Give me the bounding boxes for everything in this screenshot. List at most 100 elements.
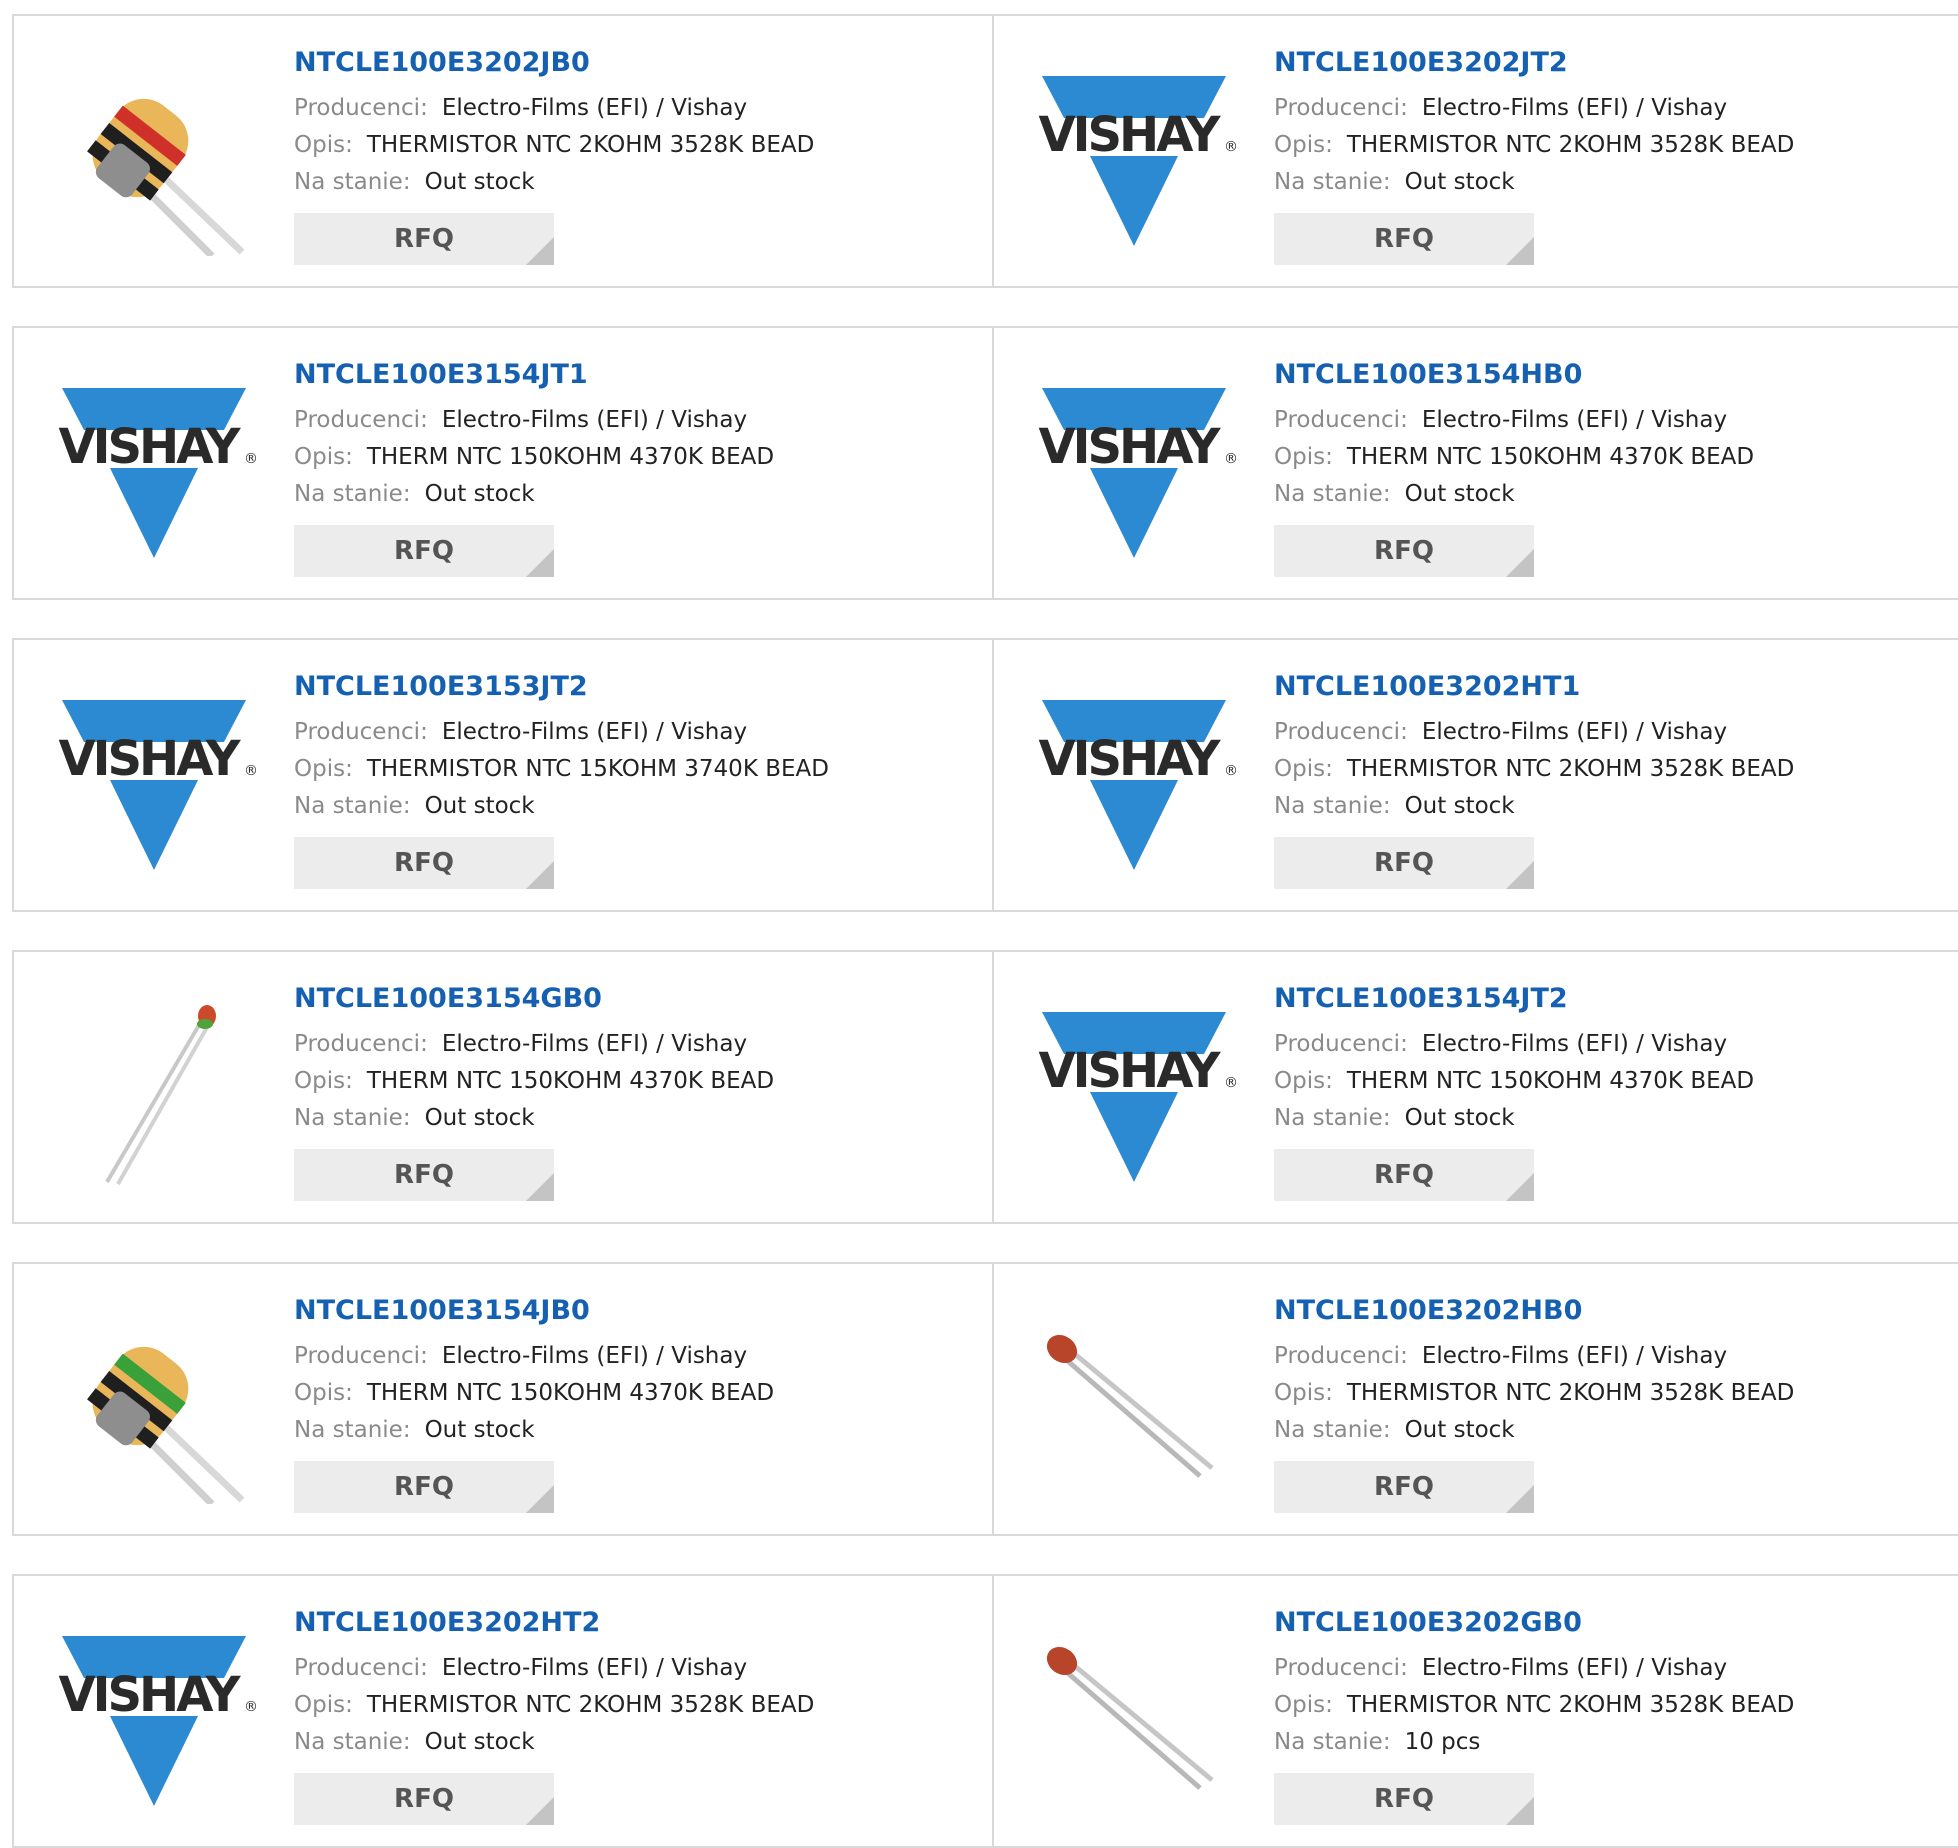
thermistor-leaded-icon (1046, 1334, 1214, 1478)
product-image[interactable]: VISHAY ® (52, 680, 256, 880)
vishay-logo-icon: VISHAY ® (1038, 1012, 1236, 1182)
description-value: THERMISTOR NTC 2KOHM 3528K BEAD (1346, 1380, 1795, 1406)
corner-decoration (526, 1173, 554, 1201)
manufacturer-label: Producenci: (294, 407, 428, 433)
manufacturer-value: Electro-Films (EFI) / Vishay (1421, 1343, 1728, 1369)
svg-text:VISHAY: VISHAY (58, 1667, 241, 1723)
rfq-button[interactable]: RFQ (294, 1461, 554, 1513)
stock-label: Na stanie: (1274, 793, 1391, 819)
rfq-button[interactable]: RFQ (294, 1773, 554, 1825)
manufacturer-line: Producenci: Electro-Films (EFI) / Vishay (1274, 714, 1958, 751)
corner-decoration (1506, 1173, 1534, 1201)
description-label: Opis: (1274, 1692, 1333, 1718)
product-card: NTCLE100E3202GB0 Producenci: Electro-Film… (992, 1576, 1958, 1846)
rfq-button[interactable]: RFQ (1274, 1149, 1534, 1201)
part-number-link[interactable]: NTCLE100E3202JT2 (1274, 46, 1958, 80)
product-image[interactable] (1032, 1304, 1236, 1504)
description-label: Opis: (294, 1692, 353, 1718)
part-number-link[interactable]: NTCLE100E3202JB0 (294, 46, 992, 80)
corner-decoration (526, 1797, 554, 1825)
part-number-link[interactable]: NTCLE100E3202HT2 (294, 1606, 992, 1640)
part-number-link[interactable]: NTCLE100E3154JB0 (294, 1294, 992, 1328)
stock-label: Na stanie: (1274, 169, 1391, 195)
manufacturer-line: Producenci: Electro-Films (EFI) / Vishay (294, 402, 992, 439)
manufacturer-label: Producenci: (294, 719, 428, 745)
part-number-link[interactable]: NTCLE100E3154HB0 (1274, 358, 1958, 392)
vishay-logo-icon: VISHAY ® (58, 388, 256, 558)
product-image[interactable] (52, 1304, 256, 1504)
product-card: VISHAY ® NTCLE100E3202JT2 Producenci: Ele… (992, 16, 1958, 286)
description-line: Opis: THERMISTOR NTC 2KOHM 3528K BEAD (294, 127, 992, 164)
svg-text:VISHAY: VISHAY (58, 731, 241, 787)
manufacturer-label: Producenci: (294, 95, 428, 121)
corner-decoration (526, 1485, 554, 1513)
stock-value: 10 pcs (1404, 1729, 1481, 1755)
rfq-button[interactable]: RFQ (1274, 1773, 1534, 1825)
svg-text:VISHAY: VISHAY (1038, 419, 1221, 475)
rfq-button[interactable]: RFQ (1274, 525, 1534, 577)
product-image[interactable] (52, 992, 256, 1192)
manufacturer-label: Producenci: (1274, 1343, 1408, 1369)
description-line: Opis: THERM NTC 150KOHM 4370K BEAD (294, 439, 992, 476)
part-number-link[interactable]: NTCLE100E3154JT2 (1274, 982, 1958, 1016)
corner-decoration (1506, 237, 1534, 265)
description-value: THERMISTOR NTC 2KOHM 3528K BEAD (1346, 756, 1795, 782)
product-card: NTCLE100E3154GB0 Producenci: Electro-Film… (14, 952, 992, 1222)
product-image[interactable]: VISHAY ® (52, 1616, 256, 1816)
corner-decoration (526, 237, 554, 265)
manufacturer-value: Electro-Films (EFI) / Vishay (1421, 719, 1728, 745)
rfq-label: RFQ (394, 1784, 454, 1814)
product-image[interactable]: VISHAY ® (1032, 56, 1236, 256)
description-value: THERM NTC 150KOHM 4370K BEAD (366, 1380, 775, 1406)
rfq-button[interactable]: RFQ (294, 525, 554, 577)
svg-text:®: ® (1224, 451, 1236, 467)
description-value: THERM NTC 150KOHM 4370K BEAD (366, 1068, 775, 1094)
product-card: NTCLE100E3202JB0 Producenci: Electro-Film… (14, 16, 992, 286)
part-number-link[interactable]: NTCLE100E3202HT1 (1274, 670, 1958, 704)
manufacturer-value: Electro-Films (EFI) / Vishay (441, 1655, 748, 1681)
manufacturer-value: Electro-Films (EFI) / Vishay (441, 407, 748, 433)
product-image[interactable]: VISHAY ® (1032, 992, 1236, 1192)
corner-decoration (526, 861, 554, 889)
manufacturer-value: Electro-Films (EFI) / Vishay (441, 719, 748, 745)
product-card: VISHAY ® NTCLE100E3154JT1 Producenci: Ele… (14, 328, 992, 598)
svg-text:®: ® (244, 763, 256, 779)
rfq-button[interactable]: RFQ (294, 1149, 554, 1201)
stock-value: Out stock (424, 1417, 535, 1443)
stock-value: Out stock (1404, 793, 1515, 819)
manufacturer-line: Producenci: Electro-Films (EFI) / Vishay (294, 714, 992, 751)
product-row: NTCLE100E3154GB0 Producenci: Electro-Film… (12, 950, 1958, 1224)
rfq-button[interactable]: RFQ (294, 213, 554, 265)
svg-text:®: ® (1224, 1075, 1236, 1091)
manufacturer-line: Producenci: Electro-Films (EFI) / Vishay (1274, 402, 1958, 439)
rfq-button[interactable]: RFQ (1274, 1461, 1534, 1513)
product-image[interactable]: VISHAY ® (1032, 368, 1236, 568)
part-number-link[interactable]: NTCLE100E3202HB0 (1274, 1294, 1958, 1328)
svg-text:VISHAY: VISHAY (1038, 107, 1221, 163)
part-number-link[interactable]: NTCLE100E3202GB0 (1274, 1606, 1958, 1640)
product-image[interactable]: VISHAY ® (1032, 680, 1236, 880)
manufacturer-line: Producenci: Electro-Films (EFI) / Vishay (1274, 1650, 1958, 1687)
rfq-button[interactable]: RFQ (1274, 837, 1534, 889)
part-number-link[interactable]: NTCLE100E3153JT2 (294, 670, 992, 704)
description-value: THERM NTC 150KOHM 4370K BEAD (1346, 1068, 1755, 1094)
rfq-button[interactable]: RFQ (1274, 213, 1534, 265)
manufacturer-label: Producenci: (1274, 407, 1408, 433)
product-image[interactable] (1032, 1616, 1236, 1816)
manufacturer-value: Electro-Films (EFI) / Vishay (441, 1343, 748, 1369)
vishay-logo-icon: VISHAY ® (58, 700, 256, 870)
rfq-label: RFQ (394, 1472, 454, 1502)
part-number-link[interactable]: NTCLE100E3154GB0 (294, 982, 992, 1016)
rfq-label: RFQ (394, 536, 454, 566)
svg-text:VISHAY: VISHAY (1038, 1043, 1221, 1099)
description-line: Opis: THERMISTOR NTC 2KOHM 3528K BEAD (294, 1687, 992, 1724)
product-image[interactable]: VISHAY ® (52, 368, 256, 568)
manufacturer-label: Producenci: (294, 1031, 428, 1057)
description-label: Opis: (294, 1068, 353, 1094)
rfq-button[interactable]: RFQ (294, 837, 554, 889)
manufacturer-label: Producenci: (294, 1343, 428, 1369)
product-image[interactable] (52, 56, 256, 256)
rfq-label: RFQ (1374, 536, 1434, 566)
stock-label: Na stanie: (1274, 1417, 1391, 1443)
part-number-link[interactable]: NTCLE100E3154JT1 (294, 358, 992, 392)
